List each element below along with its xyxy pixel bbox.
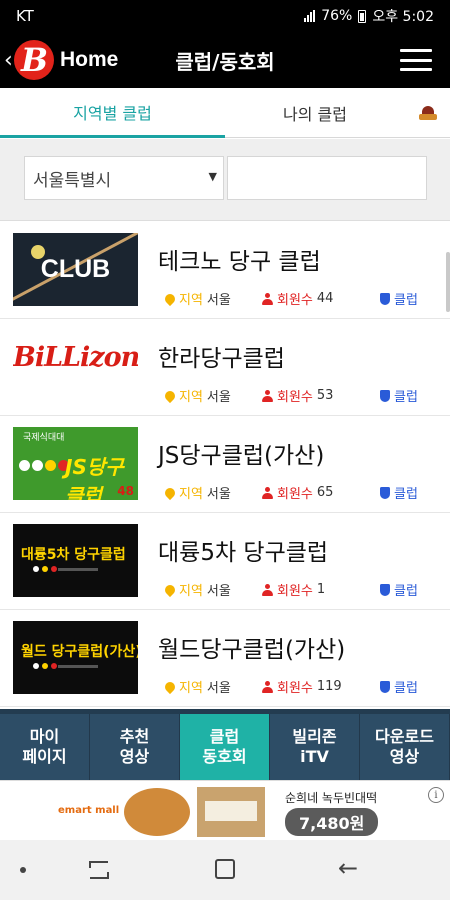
club-badge: 클럽: [380, 580, 418, 599]
shield-icon: [380, 680, 390, 693]
ad-brand: emart mall: [58, 805, 120, 816]
club-badge: 클럽: [380, 483, 418, 502]
club-badge: 클럽: [380, 289, 418, 308]
club-name: 대륭5차 당구클럽: [158, 540, 329, 566]
dropdown-arrow-icon: ▼: [208, 170, 217, 183]
ad-headline: 순희네 녹두빈대떡: [285, 791, 378, 805]
club-badge: 클럽: [380, 386, 418, 405]
club-badge: 클럽: [380, 677, 418, 696]
person-icon: [262, 292, 273, 305]
clock: 오후 5:02: [372, 9, 434, 25]
battery-percent: 76%: [321, 8, 353, 24]
club-thumbnail: 국제식대대 JS당구클럽 48: [13, 427, 138, 500]
menu-icon[interactable]: [400, 49, 432, 71]
club-list-item[interactable]: 대륭5차 당구클럽 대륭5차 당구클럽 지역 서울 회원수 1 클럽: [0, 513, 450, 610]
nav-billizone-itv[interactable]: 빌리존 iTV: [270, 714, 360, 780]
recent-apps-icon[interactable]: [88, 860, 110, 880]
search-input[interactable]: [227, 156, 427, 200]
map-pin-icon: [162, 679, 178, 694]
club-list-item[interactable]: BiLLizone 한라당구클럽 지역서울 회원수53 클럽: [0, 319, 450, 416]
nav-my-page[interactable]: 마이 페이지: [0, 714, 90, 780]
person-icon: [262, 583, 273, 596]
club-region: 지역 서울: [162, 289, 231, 308]
club-region: 지역 서울: [162, 483, 231, 502]
home-label: Home: [60, 48, 119, 71]
bottom-nav: 마이 페이지 추천 영상 클럽 동호회 빌리존 iTV 다운로드 영상: [0, 709, 450, 780]
ad-food-image: [124, 788, 190, 836]
map-pin-icon: [162, 485, 178, 500]
battery-icon: [358, 9, 367, 23]
shield-icon: [380, 292, 390, 305]
filter-bar: 서울특별시 ▼: [0, 139, 450, 221]
club-list-item[interactable]: 월드 당구클럽(가산) 월드당구클럽(가산) 지역 서울 회원수 119 클럽: [0, 610, 450, 707]
crown-icon: [418, 106, 437, 120]
person-icon: [262, 389, 273, 402]
map-pin-icon: [162, 388, 178, 403]
club-region: 지역 서울: [162, 386, 231, 405]
shield-icon: [380, 389, 390, 402]
club-members: 회원수 44: [262, 289, 333, 308]
club-name: 월드당구클럽(가산): [158, 637, 346, 663]
back-arrow-icon[interactable]: ←: [338, 854, 358, 882]
nav-download-videos[interactable]: 다운로드 영상: [360, 714, 450, 780]
club-region: 지역 서울: [162, 677, 231, 696]
person-icon: [262, 486, 273, 499]
ad-package-image: [197, 787, 265, 837]
club-members: 회원수 53: [262, 386, 333, 405]
status-bar: KT 76% 오후 5:02: [0, 0, 450, 32]
billizone-logo: B: [14, 40, 54, 80]
home-button[interactable]: ‹ B Home: [0, 32, 150, 88]
carrier-label: KT: [16, 7, 34, 25]
club-members: 회원수 1: [262, 580, 325, 599]
status-icons: 76% 오후 5:02: [304, 6, 434, 26]
club-name: 테크노 당구 클럽: [158, 249, 321, 275]
person-icon: [262, 680, 273, 693]
map-pin-icon: [162, 291, 178, 306]
tab-my-clubs[interactable]: 나의 클럽: [225, 88, 405, 138]
map-pin-icon: [162, 582, 178, 597]
ad-price: 7,480원: [285, 808, 379, 836]
tab-extra[interactable]: [405, 88, 450, 138]
club-thumbnail: BiLLizone: [13, 330, 138, 403]
system-nav-bar: ←: [0, 840, 450, 900]
club-name: JS당구클럽(가산): [158, 443, 325, 469]
club-name: 한라당구클럽: [158, 346, 285, 372]
app-header: ‹ B Home 클럽/동호회: [0, 32, 450, 88]
region-select-value: 서울특별시: [33, 170, 112, 191]
club-thumbnail: 월드 당구클럽(가산): [13, 621, 138, 694]
club-list-item[interactable]: 국제식대대 JS당구클럽 48 JS당구클럽(가산) 지역 서울 회원수 65 클럽: [0, 416, 450, 513]
club-thumbnail: 대륭5차 당구클럽: [13, 524, 138, 597]
shield-icon: [380, 583, 390, 596]
chevron-left-icon: ‹: [4, 47, 13, 73]
home-square-icon[interactable]: [215, 859, 235, 879]
club-members: 회원수 65: [262, 483, 333, 502]
nav-recommended-videos[interactable]: 추천 영상: [90, 714, 180, 780]
club-members: 회원수 119: [262, 677, 342, 696]
info-icon[interactable]: i: [428, 787, 444, 803]
club-region: 지역 서울: [162, 580, 231, 599]
club-list-item[interactable]: CLUB 테크노 당구 클럽 지역 서울 회원수 44 클럽: [0, 222, 450, 319]
ad-banner[interactable]: emart mall 순희네 녹두빈대떡 7,480원 i: [0, 780, 450, 840]
tab-regional-clubs[interactable]: 지역별 클럽: [0, 88, 225, 138]
dot-icon[interactable]: [20, 867, 26, 873]
signal-icon: [304, 10, 316, 22]
club-thumbnail: CLUB: [13, 233, 138, 306]
club-list[interactable]: CLUB 테크노 당구 클럽 지역서울 회원수44 클럽 BiLLizone 한…: [0, 222, 450, 708]
nav-clubs[interactable]: 클럽 동호회: [180, 714, 270, 780]
tab-bar: 지역별 클럽 나의 클럽: [0, 88, 450, 138]
shield-icon: [380, 486, 390, 499]
region-select[interactable]: 서울특별시 ▼: [24, 156, 224, 200]
